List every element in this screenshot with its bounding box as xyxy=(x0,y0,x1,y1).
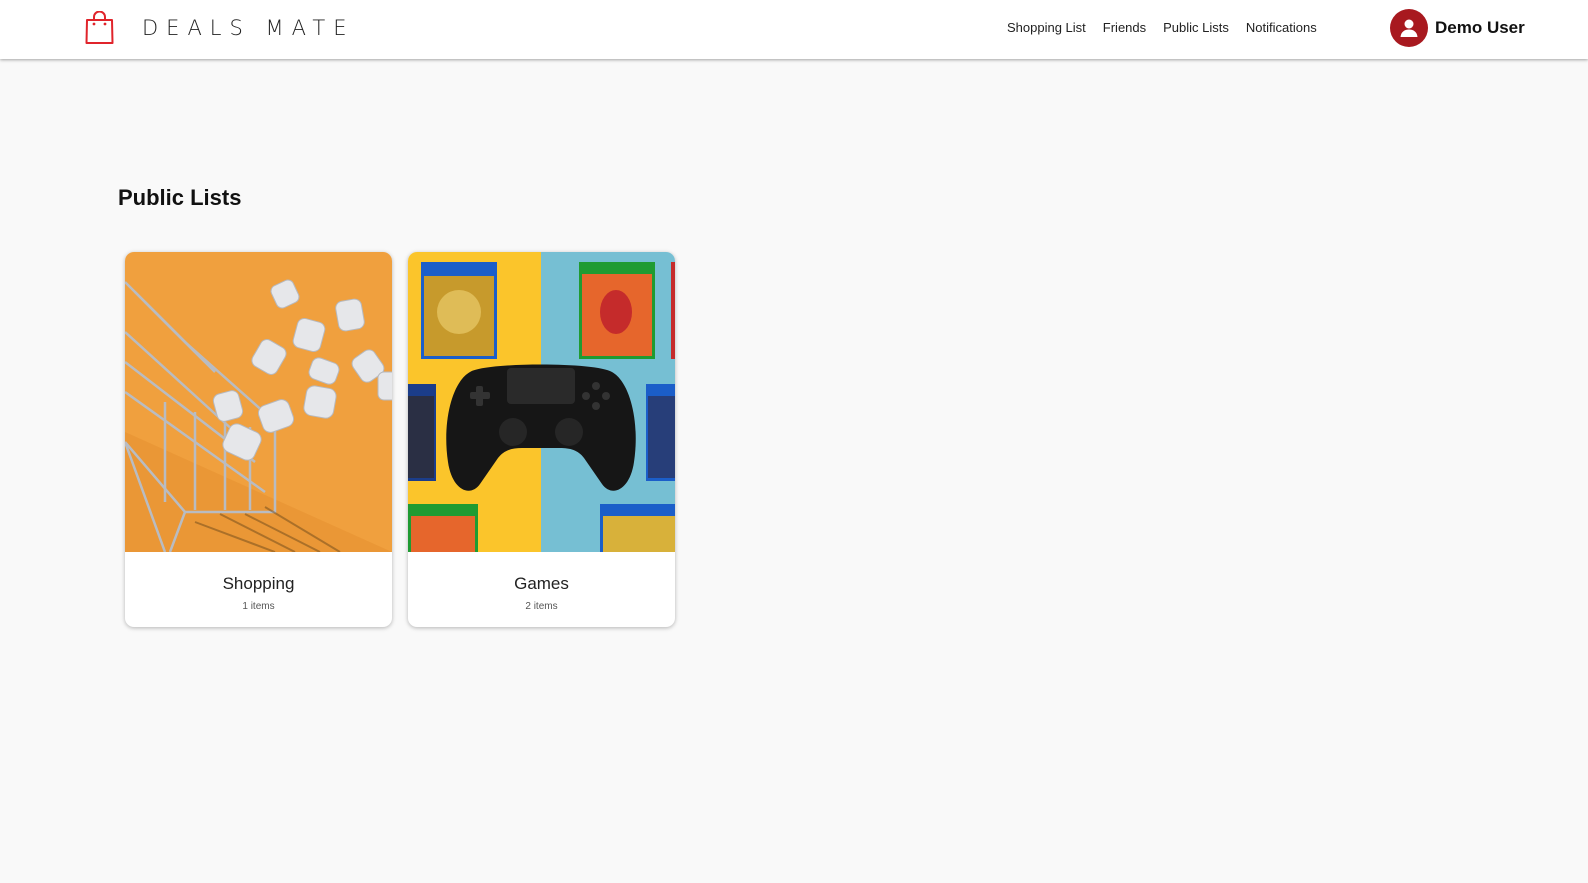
list-card-games[interactable]: Games 2 items xyxy=(408,252,675,627)
nav-notifications[interactable]: Notifications xyxy=(1246,20,1317,35)
list-card-title: Games xyxy=(514,574,569,593)
brand-name: DEALS MATE xyxy=(142,16,355,40)
navbar: DEALS MATE Shopping List Friends Public … xyxy=(0,0,1588,59)
shopping-bag-icon xyxy=(84,11,115,45)
list-card-count: 2 items xyxy=(525,601,558,612)
page-title: Public Lists xyxy=(118,185,242,210)
brand-logo[interactable]: DEALS MATE xyxy=(84,10,354,46)
nav-shopping-list[interactable]: Shopping List xyxy=(1007,20,1086,35)
list-card-count: 1 items xyxy=(242,601,275,612)
shopping-cart-bottles-image xyxy=(125,252,392,552)
list-card-title: Shopping xyxy=(222,574,295,593)
nav-friends[interactable]: Friends xyxy=(1103,20,1146,35)
user-menu[interactable]: Demo User xyxy=(1390,9,1525,47)
public-lists-grid: Shopping 1 items Games 2 items xyxy=(125,252,675,627)
list-card-shopping[interactable]: Shopping 1 items xyxy=(125,252,392,627)
nav-public-lists[interactable]: Public Lists xyxy=(1163,20,1229,35)
main-nav: Shopping List Friends Public Lists Notif… xyxy=(1007,20,1317,35)
user-name: Demo User xyxy=(1435,18,1525,37)
game-controller-image xyxy=(408,252,675,552)
user-avatar-icon xyxy=(1390,9,1428,47)
